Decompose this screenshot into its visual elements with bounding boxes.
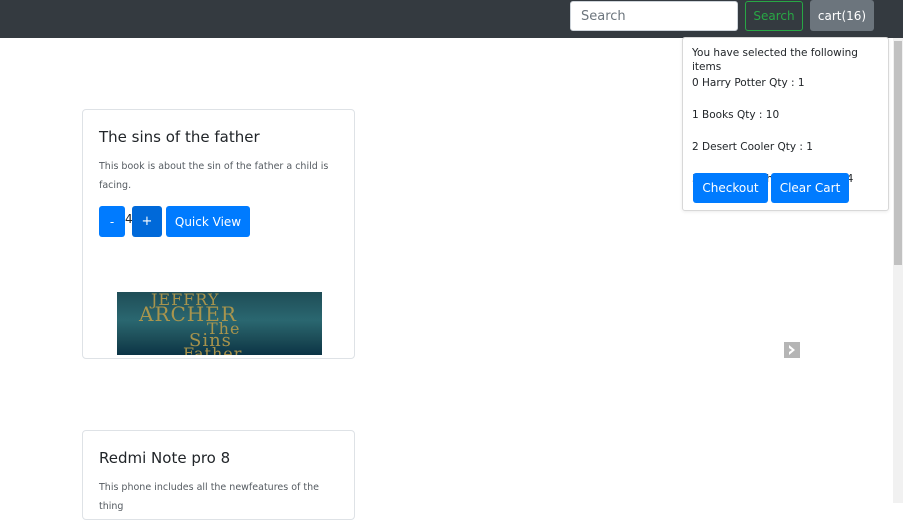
carousel-next-control[interactable] xyxy=(784,342,800,358)
search-input[interactable] xyxy=(570,1,738,31)
cart-dropdown: You have selected the following items 0 … xyxy=(682,37,889,211)
cart-items-list: 0 Harry Potter Qty : 1 1 Books Qty : 10 … xyxy=(692,76,879,186)
product-title: Redmi Note pro 8 xyxy=(99,449,231,467)
product-description: This book is about the sin of the father… xyxy=(99,161,329,191)
page-scrollbar[interactable] xyxy=(893,38,903,503)
cart-item: 0 Harry Potter Qty : 1 xyxy=(692,77,805,89)
decrease-quantity-button[interactable]: - xyxy=(99,206,125,237)
product-description: This phone includes all the newfeatures … xyxy=(99,482,319,512)
quantity-value: 4 xyxy=(125,212,133,226)
cart-actions: Checkout Clear Cart xyxy=(693,173,849,203)
cart-item: 1 Books Qty : 10 xyxy=(692,109,780,121)
cart-item: 2 Desert Cooler Qty : 1 xyxy=(692,141,813,153)
quick-view-button[interactable]: Quick View xyxy=(166,206,250,237)
product-title: The sins of the father xyxy=(99,128,260,146)
search-button[interactable]: Search xyxy=(745,1,803,31)
cart-dropdown-header: You have selected the following items xyxy=(692,47,858,73)
product-card: The sins of the father This book is abou… xyxy=(82,109,355,359)
cart-button[interactable]: cart(16) xyxy=(810,0,874,31)
clear-cart-button[interactable]: Clear Cart xyxy=(771,173,849,203)
checkout-button[interactable]: Checkout xyxy=(693,173,768,203)
product-controls: - 4 + Quick View xyxy=(99,206,250,237)
increase-quantity-button[interactable]: + xyxy=(132,206,162,237)
chevron-right-icon xyxy=(789,345,795,355)
product-card: Redmi Note pro 8 This phone includes all… xyxy=(82,430,355,520)
scrollbar-thumb[interactable] xyxy=(894,41,902,265)
top-navbar: Search cart(16) xyxy=(0,0,903,38)
book-cover-image: JEFFRY ARCHER The Sins Father xyxy=(117,292,322,355)
